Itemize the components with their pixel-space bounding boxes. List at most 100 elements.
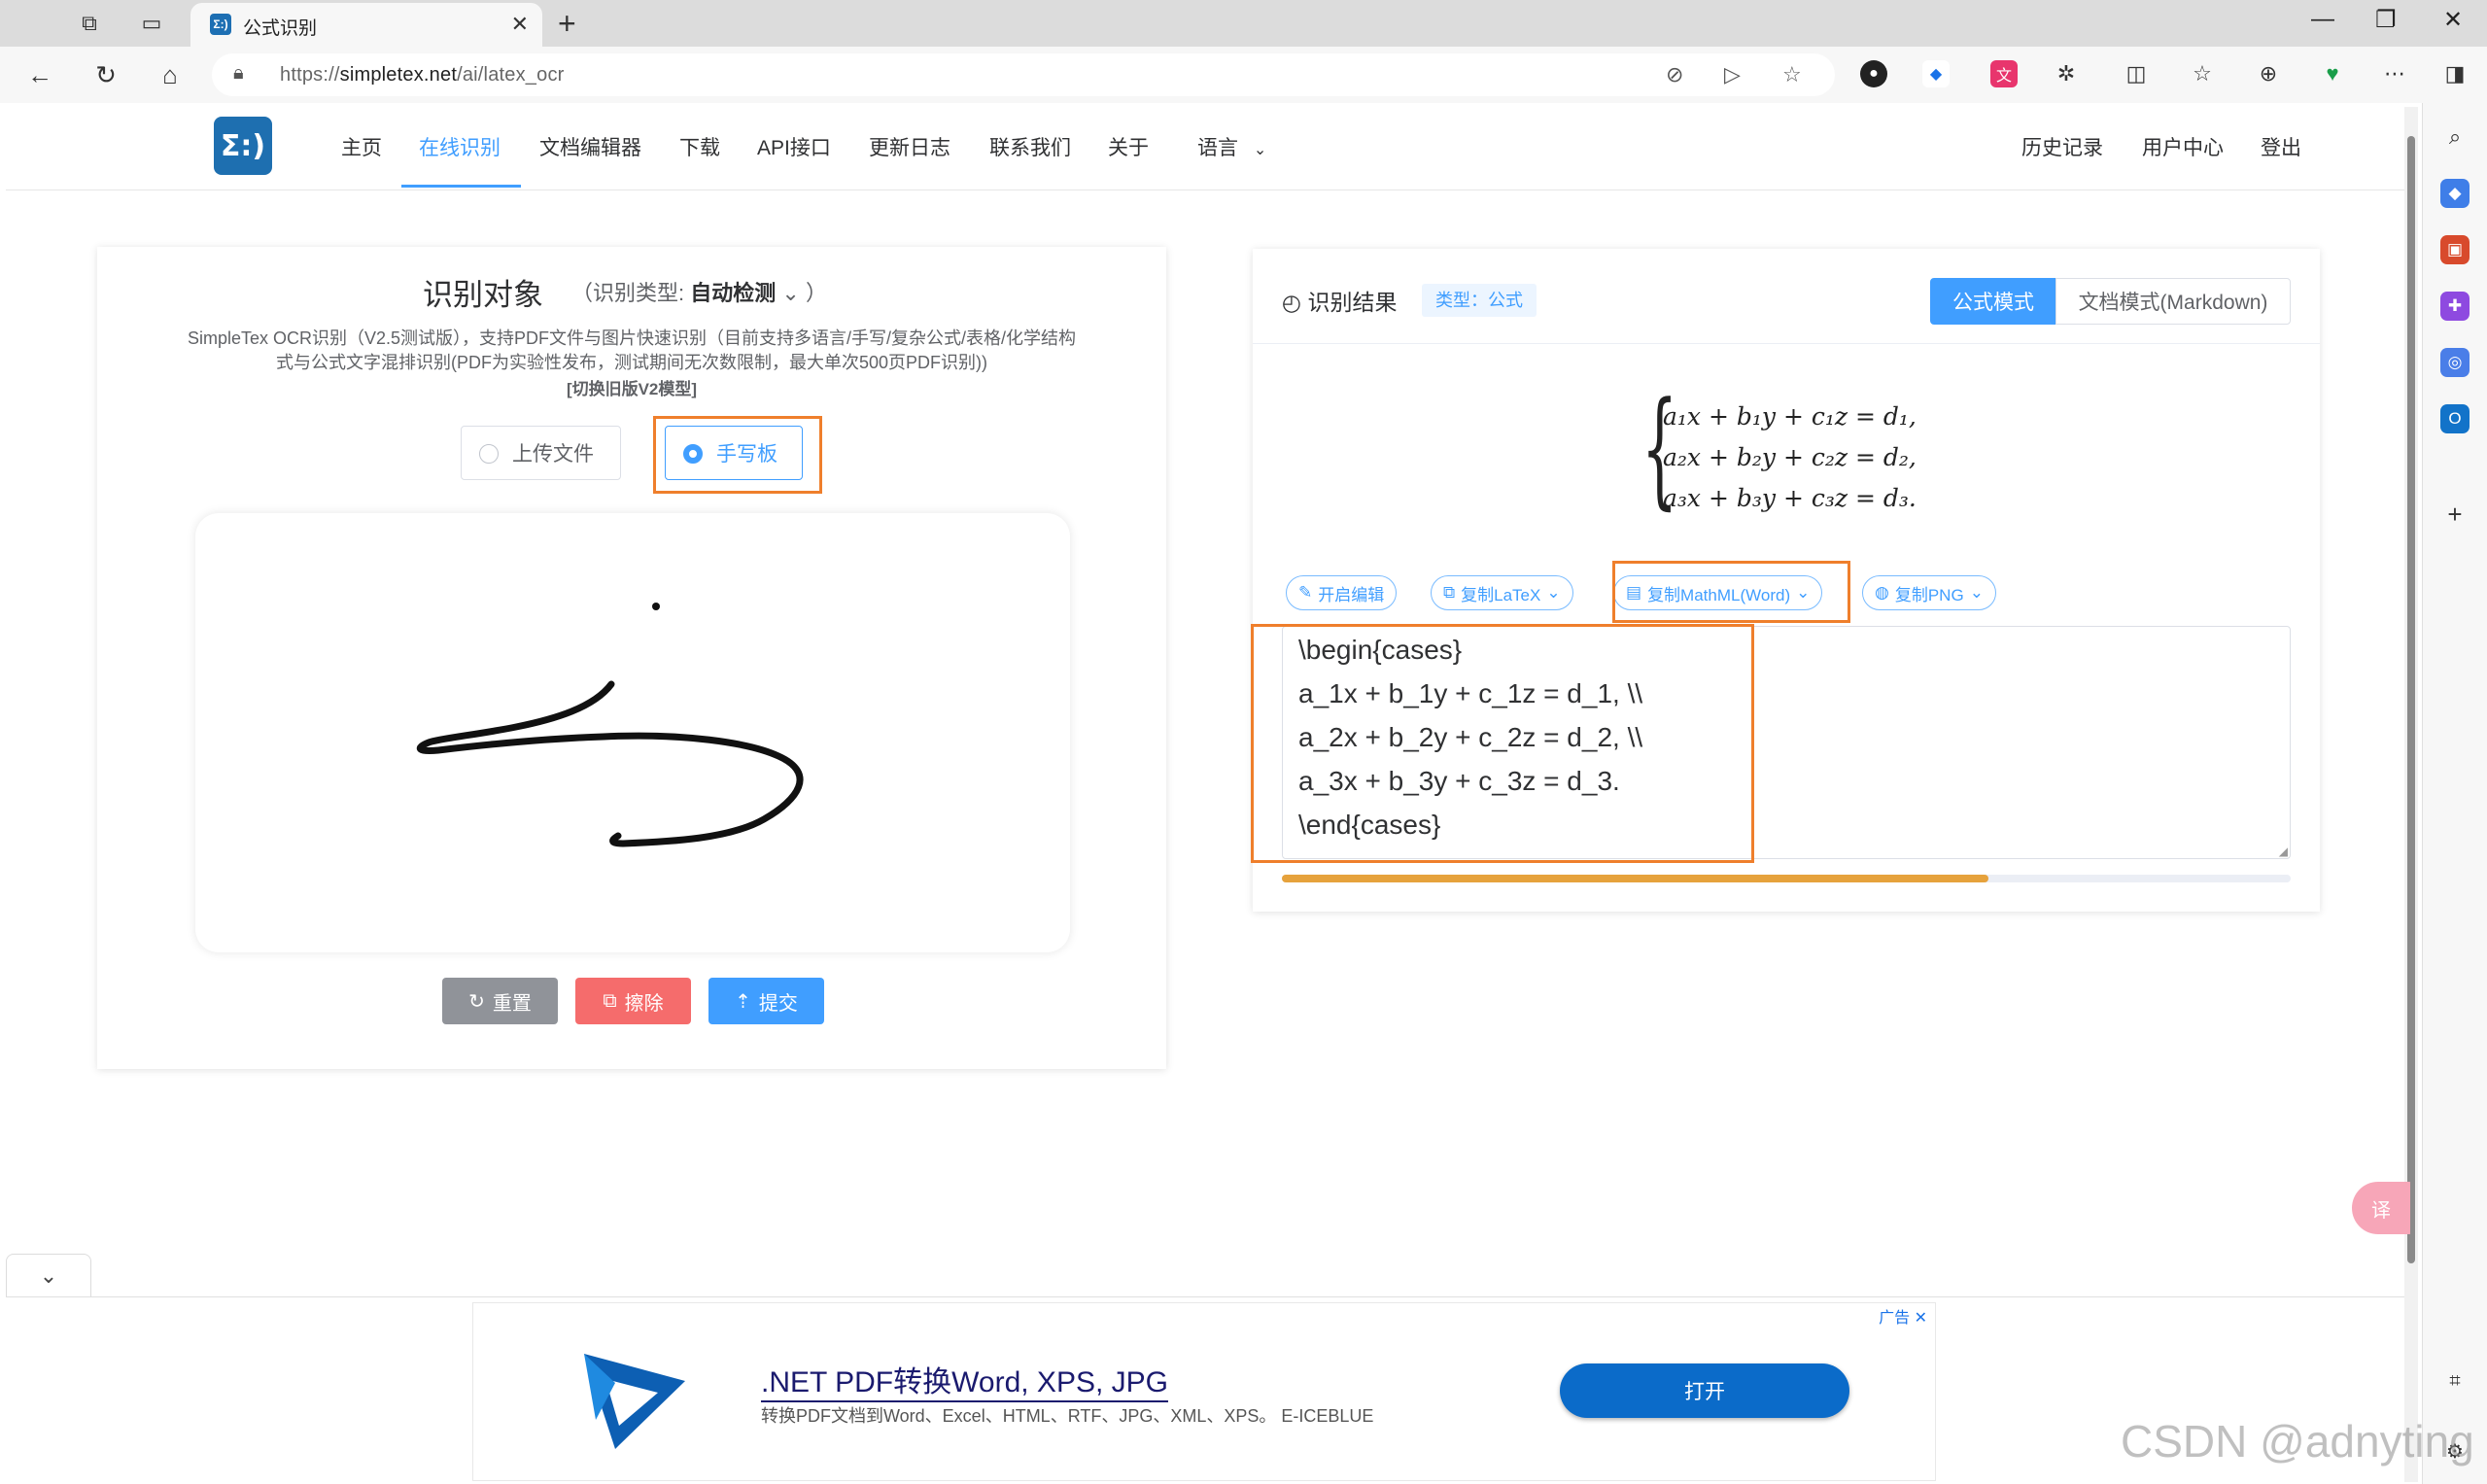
back-icon[interactable]: ← (23, 58, 56, 91)
restore-button[interactable]: ❐ (2375, 6, 2397, 34)
workspaces-icon[interactable]: ⧉ (74, 8, 105, 39)
divider (6, 1296, 2404, 1297)
upload-file-option[interactable]: 上传文件 (461, 426, 621, 480)
favorites-icon[interactable]: ☆ (2189, 60, 2216, 87)
handwriting-canvas[interactable] (195, 513, 1070, 952)
url-text: https://simpletex.net/ai/latex_ocr (280, 64, 565, 86)
check-circle-icon: ◴ (1282, 290, 1308, 315)
read-aloud-icon[interactable]: ▷ (1724, 62, 1741, 87)
split-screen-icon[interactable]: ◫ (2123, 60, 2150, 87)
submit-button[interactable]: ⇡ 提交 (708, 978, 824, 1024)
nav-logout[interactable]: 登出 (2261, 132, 2301, 161)
more-menu-icon[interactable]: ⋯ (2381, 60, 2408, 87)
search-icon[interactable]: ⌕ (2440, 122, 2470, 152)
browser-essentials-icon[interactable]: ♥ (2319, 60, 2346, 87)
formula-mode-tab[interactable]: 公式模式 (1930, 278, 2056, 325)
switch-model-link[interactable]: [切换旧版V2模型] (97, 375, 1166, 399)
copy-png-button[interactable]: ◍ 复制PNG ⌄ (1862, 575, 1996, 610)
image-icon: ◍ (1875, 583, 1889, 602)
nav-about[interactable]: 关于 (1108, 132, 1149, 161)
nav-history[interactable]: 历史记录 (2021, 132, 2103, 161)
url-input[interactable]: 🔒︎ https://simpletex.net/ai/latex_ocr ⊘ … (212, 53, 1835, 96)
ad-banner[interactable]: 广告 ✕ .NET PDF转换Word, XPS, JPG 转换PDF文档到Wo… (472, 1302, 1936, 1481)
result-type-tag: 类型：公式 (1422, 284, 1537, 317)
panel-title: 识别对象 (423, 278, 543, 312)
tag-icon[interactable]: ◆ (2440, 179, 2470, 208)
watermark: CSDN @adnyting (2121, 1416, 2474, 1467)
extensions-icon[interactable]: ✲ (2053, 60, 2080, 87)
panel-description: SimpleTex OCR识别（V2.5测试版），支持PDF文件与图片快速识别（… (187, 328, 1077, 372)
translate-extension-icon[interactable]: 文 (1990, 60, 2018, 87)
toolbox-icon[interactable]: ▣ (2440, 235, 2470, 264)
tab-close-icon[interactable]: ✕ (511, 12, 529, 37)
highlight-box (1612, 561, 1850, 623)
upload-icon: ⇡ (735, 990, 751, 1013)
ad-title[interactable]: .NET PDF转换Word, XPS, JPG (761, 1358, 1168, 1402)
nav-home[interactable]: 主页 (341, 132, 382, 161)
progress-fill (1282, 875, 1988, 882)
scrollbar-thumb[interactable] (2407, 136, 2415, 1263)
browser-tab-bar: ⧉ ▭ Σ:) 公式识别 ✕ + — ❐ ✕ (0, 0, 2487, 47)
nav-changelog[interactable]: 更新日志 (869, 132, 950, 161)
browser-tab[interactable]: Σ:) 公式识别 ✕ (190, 3, 542, 47)
tab-title: 公式识别 (243, 18, 318, 39)
tab-actions-icon[interactable]: ▭ (136, 8, 167, 39)
favorite-star-icon[interactable]: ☆ (1782, 62, 1802, 87)
nav-contact[interactable]: 联系我们 (989, 132, 1071, 161)
chevron-down-icon: ⌄ (781, 281, 800, 305)
browser-address-bar: ← ↻ ⌂ 🔒︎ https://simpletex.net/ai/latex_… (0, 47, 2487, 103)
translate-float-button[interactable]: 译 (2352, 1182, 2410, 1234)
resize-handle-icon[interactable]: ◢ (2279, 845, 2288, 858)
nav-online-recognition[interactable]: 在线识别 (419, 132, 501, 161)
active-nav-underline (401, 185, 521, 188)
nav-user-center[interactable]: 用户中心 (2142, 132, 2224, 161)
copilot-icon[interactable]: ◎ (2440, 348, 2470, 377)
chevron-down-icon: ⌄ (1546, 583, 1561, 602)
games-icon[interactable]: ✚ (2440, 292, 2470, 321)
chevron-down-icon: ⌄ (39, 1262, 58, 1288)
recognition-type-select[interactable]: （识别类型: 自动检测 ⌄ ） (571, 276, 827, 307)
outlook-icon[interactable]: O (2440, 404, 2470, 433)
lock-icon[interactable]: 🔒︎ (233, 62, 244, 85)
enable-edit-button[interactable]: ✎ 开启编辑 (1286, 575, 1398, 610)
handwriting-stroke (416, 603, 804, 847)
ad-open-button[interactable]: 打开 (1560, 1363, 1849, 1418)
highlight-box (653, 416, 822, 494)
no-tracking-icon[interactable]: ⊘ (1666, 62, 1683, 87)
collections-icon[interactable]: ⊕ (2255, 60, 2282, 87)
eraser-icon: ⧉ (603, 989, 617, 1012)
reset-button[interactable]: ↻ 重置 (442, 978, 558, 1024)
extension-icon[interactable]: ● (1860, 60, 1887, 87)
screenshot-icon[interactable]: ⌗ (2440, 1366, 2470, 1396)
erase-button[interactable]: ⧉ 擦除 (575, 978, 691, 1024)
nav-api[interactable]: API接口 (757, 132, 831, 161)
minimize-button[interactable]: — (2311, 6, 2334, 33)
sidebar-toggle-icon[interactable]: ◨ (2441, 60, 2469, 87)
tab-favicon-icon: Σ:) (210, 14, 231, 35)
home-icon[interactable]: ⌂ (154, 58, 187, 91)
result-header: ◴ 识别结果 类型：公式 公式模式 文档模式(Markdown) (1253, 249, 2320, 344)
recognition-result-card: ◴ 识别结果 类型：公式 公式模式 文档模式(Markdown) { a₁x +… (1251, 249, 2320, 912)
ad-label[interactable]: 广告 ✕ (1879, 1304, 1927, 1328)
nav-language[interactable]: 语言 ⌄ (1197, 132, 1266, 161)
formula-line: a₁x + b₁y + c₁z = d₁, (1663, 402, 1917, 431)
window-close-button[interactable]: ✕ (2443, 6, 2463, 34)
site-logo[interactable]: Σ:) (214, 117, 272, 175)
refresh-icon: ↻ (468, 990, 485, 1013)
formula-line: a₃x + b₃y + c₃z = d₃. (1663, 484, 1917, 512)
add-icon[interactable]: + (2440, 500, 2470, 529)
copy-icon: ⧉ (1443, 583, 1456, 602)
page-scrollbar[interactable] (2404, 107, 2418, 1482)
edit-icon: ✎ (1298, 583, 1313, 602)
extension-icon[interactable]: ◆ (1922, 60, 1950, 87)
copy-latex-button[interactable]: ⧉ 复制LaTeX ⌄ (1431, 575, 1573, 610)
new-tab-button[interactable]: + (558, 6, 576, 42)
collapse-ad-button[interactable]: ⌄ (6, 1254, 91, 1296)
refresh-icon[interactable]: ↻ (89, 58, 122, 91)
recognition-input-card: 识别对象 （识别类型: 自动检测 ⌄ ） SimpleTex OCR识别（V2.… (97, 247, 1166, 1069)
nav-download[interactable]: 下载 (679, 132, 720, 161)
nav-doc-editor[interactable]: 文档编辑器 (539, 132, 641, 161)
rendered-formula: { a₁x + b₁y + c₁z = d₁, a₂x + b₂y + c₂z … (1641, 385, 2030, 521)
document-mode-tab[interactable]: 文档模式(Markdown) (2055, 278, 2291, 325)
result-title: ◴ 识别结果 (1282, 290, 1398, 315)
